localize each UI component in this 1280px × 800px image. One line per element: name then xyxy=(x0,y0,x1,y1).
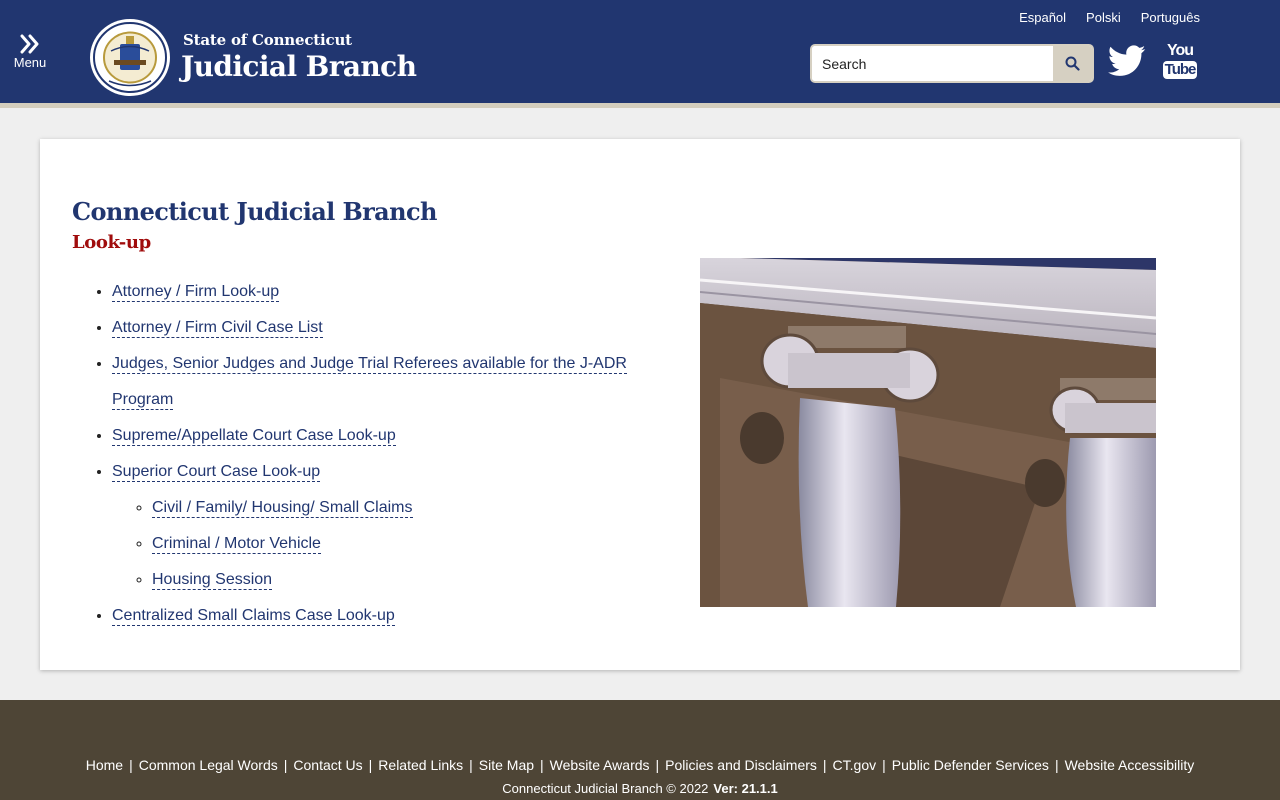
list-item: Centralized Small Claims Case Look-up xyxy=(112,598,672,634)
attorney-firm-civil-case-list-link[interactable]: Attorney / Firm Civil Case List xyxy=(112,319,323,338)
list-item: Supreme/Appellate Court Case Look-up xyxy=(112,418,672,454)
footer-separator: | xyxy=(1054,757,1059,773)
footer-separator: | xyxy=(283,757,288,773)
list-item: Criminal / Motor Vehicle xyxy=(152,526,672,562)
footer-separator: | xyxy=(882,757,886,773)
header-divider xyxy=(0,103,1280,108)
supreme-appellate-lookup-link[interactable]: Supreme/Appellate Court Case Look-up xyxy=(112,427,396,446)
housing-session-link[interactable]: Housing Session xyxy=(152,571,273,590)
footer-separator: | xyxy=(469,757,473,773)
footer-nav: Home | Common Legal Words | Contact Us | Relat… xyxy=(0,757,1280,773)
footer-link-home[interactable]: Home xyxy=(86,757,123,773)
menu-label: Menu xyxy=(13,55,47,70)
language-link-espanol[interactable]: Español xyxy=(1019,10,1066,25)
footer-link-ctgov[interactable]: CT.gov xyxy=(833,757,877,773)
footer-link-policies[interactable]: Policies and Disclaimers xyxy=(665,757,817,773)
footer-link-website-awards[interactable]: Website Awards xyxy=(550,757,650,773)
footer-link-common-legal-words[interactable]: Common Legal Words xyxy=(139,757,278,773)
copyright: Connecticut Judicial Branch © 2022 Ver: 2… xyxy=(0,781,1280,796)
content-card: Connecticut Judicial Branch Look-up Atto… xyxy=(40,139,1240,670)
list-item: Attorney / Firm Look-up xyxy=(112,274,672,310)
centralized-small-claims-lookup-link[interactable]: Centralized Small Claims Case Look-up xyxy=(112,607,395,626)
courthouse-columns-photo xyxy=(700,258,1156,607)
footer-link-public-defender[interactable]: Public Defender Services xyxy=(892,757,1049,773)
lookup-link-list: Attorney / Firm Look-up Attorney / Firm … xyxy=(112,274,672,634)
youtube-text-bottom: Tube xyxy=(1162,61,1198,79)
search-button[interactable] xyxy=(1053,46,1092,81)
search-icon xyxy=(1065,56,1080,71)
list-item: Judges, Senior Judges and Judge Trial Re… xyxy=(112,346,672,418)
footer-link-accessibility[interactable]: Website Accessibility xyxy=(1065,757,1195,773)
attorney-firm-lookup-link[interactable]: Attorney / Firm Look-up xyxy=(112,283,280,302)
page-subtitle: Look-up xyxy=(72,232,151,253)
footer-separator: | xyxy=(822,757,827,773)
double-chevron-right-icon xyxy=(20,34,39,54)
superior-court-sublist: Civil / Family/ Housing/ Small Claims Cr… xyxy=(112,490,672,598)
list-item: Superior Court Case Look-up Civil / Fami… xyxy=(112,454,672,598)
civil-family-housing-small-claims-link[interactable]: Civil / Family/ Housing/ Small Claims xyxy=(152,499,413,518)
menu-button[interactable]: Menu xyxy=(10,34,50,74)
site-footer: Home | Common Legal Words | Contact Us | Relat… xyxy=(0,700,1280,800)
brand-title[interactable]: Judicial Branch xyxy=(181,50,417,83)
footer-link-site-map[interactable]: Site Map xyxy=(479,757,534,773)
copyright-text: Connecticut Judicial Branch © 2022 xyxy=(502,781,709,796)
footer-link-related-links[interactable]: Related Links xyxy=(378,757,463,773)
search-bar xyxy=(810,44,1094,83)
criminal-motor-vehicle-link[interactable]: Criminal / Motor Vehicle xyxy=(152,535,321,554)
page-title: Connecticut Judicial Branch xyxy=(72,197,437,226)
language-selector: Español Polski Português xyxy=(1019,10,1200,25)
language-link-portugues[interactable]: Português xyxy=(1141,10,1200,25)
superior-court-lookup-link[interactable]: Superior Court Case Look-up xyxy=(112,463,321,482)
jadr-judges-link[interactable]: Judges, Senior Judges and Judge Trial Re… xyxy=(112,355,627,410)
footer-link-contact-us[interactable]: Contact Us xyxy=(293,757,362,773)
footer-separator: | xyxy=(540,757,544,773)
site-header: Menu State of Connecticut Judicial Branc… xyxy=(0,0,1280,103)
list-item: Attorney / Firm Civil Case List xyxy=(112,310,672,346)
search-input[interactable] xyxy=(812,46,1053,81)
state-seal-icon[interactable] xyxy=(89,18,171,97)
version-label: Ver: 21.1.1 xyxy=(713,781,778,796)
footer-separator: | xyxy=(655,757,660,773)
youtube-text-top: You xyxy=(1166,42,1194,59)
footer-separator: | xyxy=(129,757,133,773)
youtube-icon[interactable]: You Tube xyxy=(1160,42,1200,82)
list-item: Housing Session xyxy=(152,562,672,598)
footer-separator: | xyxy=(368,757,373,773)
list-item: Civil / Family/ Housing/ Small Claims xyxy=(152,490,672,526)
language-link-polski[interactable]: Polski xyxy=(1086,10,1121,25)
twitter-icon[interactable] xyxy=(1108,44,1146,78)
brand-subtitle[interactable]: State of Connecticut xyxy=(183,31,352,49)
